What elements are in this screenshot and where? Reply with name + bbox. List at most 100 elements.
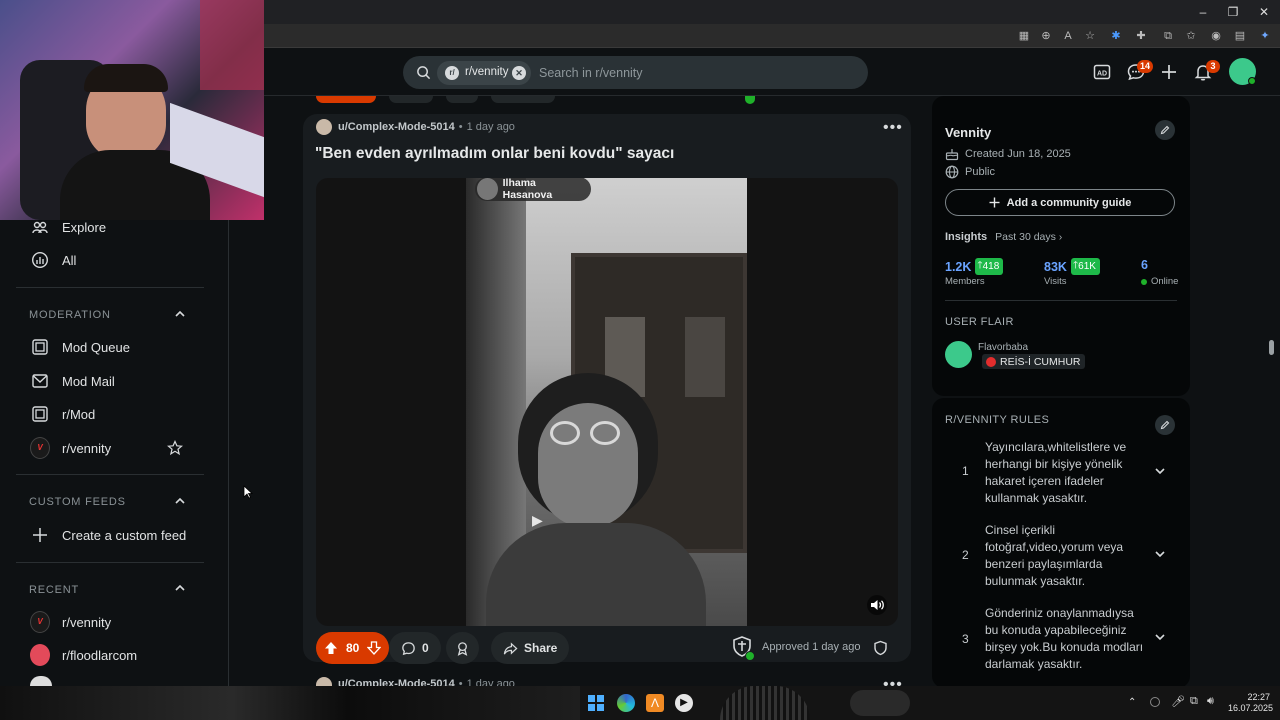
prev-post-share-pill[interactable] xyxy=(491,96,555,103)
next-post-time: 1 day ago xyxy=(466,678,515,686)
community-name: Vennity xyxy=(945,125,992,140)
extensions-puzzle-icon[interactable]: ✚ xyxy=(1133,28,1149,44)
rules-title: R/VENNITY RULES xyxy=(945,414,1050,426)
rule-text: Gönderiniz onaylanmadıysa bu konuda yapa… xyxy=(985,606,1144,671)
tray-clock[interactable]: 22:27 16.07.2025 xyxy=(1228,692,1273,714)
sidebar-divider xyxy=(16,474,204,475)
insights-label: Insights xyxy=(945,231,988,243)
recent-item[interactable]: V r/vennity xyxy=(30,608,111,636)
edit-community-icon[interactable] xyxy=(1155,120,1175,140)
person-body xyxy=(486,523,706,626)
restore-icon[interactable]: ❐ xyxy=(1225,4,1241,20)
video-user-tag: Ilhama Hasanova xyxy=(475,178,591,201)
online-label-row: Online xyxy=(1141,276,1178,287)
award-button[interactable] xyxy=(446,632,479,664)
create-custom-feed-label: Create a custom feed xyxy=(62,527,187,543)
prev-post-comment-pill[interactable] xyxy=(389,96,433,103)
chevron-down-icon[interactable] xyxy=(1154,548,1166,560)
mod-shield-icon[interactable] xyxy=(731,635,755,661)
flag-icon xyxy=(986,356,996,367)
insights-row[interactable]: Insights Past 30 days › xyxy=(945,231,1062,243)
nav-mod-queue-label: Mod Queue xyxy=(62,339,130,355)
mod-actions-shield-icon[interactable] xyxy=(873,640,888,656)
add-community-guide-button[interactable]: Add a community guide xyxy=(945,189,1175,216)
post-more-options-icon[interactable]: ••• xyxy=(883,119,903,137)
nav-r-vennity[interactable]: V r/vennity xyxy=(30,434,111,462)
search-chip-label: r/vennity xyxy=(465,66,509,78)
recent-collapse-icon[interactable] xyxy=(174,582,188,596)
app-available-icon[interactable]: ▦ xyxy=(1016,28,1032,44)
copilot-icon[interactable]: ✦ xyxy=(1257,28,1273,44)
chevron-down-icon[interactable] xyxy=(1154,465,1166,477)
vote-count: 80 xyxy=(346,641,360,655)
post-video[interactable]: Ilhama Hasanova ▶ xyxy=(316,178,898,626)
tray-chevron-icon[interactable]: ⌃ xyxy=(1128,697,1136,708)
video-user-name: Ilhama Hasanova xyxy=(502,178,553,201)
collections-icon[interactable]: ▤ xyxy=(1232,28,1248,44)
network-icon[interactable]: ⧉ xyxy=(1190,695,1198,708)
taskbar-wallpaper xyxy=(720,686,810,720)
split-screen-icon[interactable]: ⧉ xyxy=(1160,28,1176,44)
flair-tag[interactable]: REİS-İ CUMHUR xyxy=(982,354,1085,369)
next-post-more-icon[interactable]: ••• xyxy=(883,676,903,686)
scrollbar-thumb[interactable] xyxy=(1269,340,1274,355)
scrollbar-track[interactable] xyxy=(1268,96,1276,686)
search-community-chip[interactable]: r/ r/vennity ✕ xyxy=(437,61,531,85)
visits-delta-value: 61K xyxy=(1078,261,1096,272)
panel-divider xyxy=(945,300,1177,301)
close-icon[interactable]: ✕ xyxy=(1256,4,1272,20)
mod-icon xyxy=(30,404,50,424)
create-custom-feed[interactable]: Create a custom feed xyxy=(30,521,186,549)
ad-icon[interactable]: AD xyxy=(1092,62,1114,84)
chip-clear-icon[interactable]: ✕ xyxy=(512,66,526,80)
approved-status: Approved 1 day ago xyxy=(762,641,861,653)
shield-ext-icon[interactable]: ◉ xyxy=(1208,28,1224,44)
taskbar-wallpaper xyxy=(0,686,580,720)
comments-button[interactable]: 0 xyxy=(389,632,441,664)
recent-item[interactable]: r/floodlarcom xyxy=(30,641,137,669)
prev-post-award-pill[interactable] xyxy=(446,96,478,103)
nav-r-mod[interactable]: r/Mod xyxy=(30,400,95,428)
app-icon[interactable]: Λ xyxy=(646,694,664,712)
created-date: Created Jun 18, 2025 xyxy=(965,148,1071,160)
upvote-icon[interactable] xyxy=(324,641,338,655)
media-player-icon[interactable]: ▶ xyxy=(675,694,693,712)
author-avatar[interactable] xyxy=(316,119,332,135)
custom-feeds-collapse-icon[interactable] xyxy=(174,495,188,509)
visits-value: 83K xyxy=(1044,259,1067,274)
chevron-down-icon[interactable] xyxy=(1154,631,1166,643)
edge-browser-icon[interactable] xyxy=(617,694,635,712)
microphone-icon[interactable]: 🎤︎ xyxy=(1171,695,1185,708)
add-guide-label: Add a community guide xyxy=(1006,196,1132,209)
read-aloud-icon[interactable]: A xyxy=(1060,28,1076,44)
minimize-icon[interactable]: – xyxy=(1195,4,1211,20)
nav-all-label: All xyxy=(62,252,77,268)
nav-mod-queue[interactable]: Mod Queue xyxy=(30,333,130,361)
moderation-collapse-icon[interactable] xyxy=(174,308,188,322)
share-button[interactable]: Share xyxy=(491,632,570,664)
explore-icon xyxy=(30,217,50,237)
favorite-star-icon[interactable]: ☆ xyxy=(1082,28,1098,44)
play-icon[interactable]: ▶ xyxy=(532,512,543,529)
extension-icon[interactable]: ✱ xyxy=(1108,28,1124,44)
nav-all[interactable]: All xyxy=(30,246,76,274)
members-value: 1.2K xyxy=(945,259,972,274)
edit-rules-icon[interactable] xyxy=(1155,415,1175,435)
meta-separator: • xyxy=(458,121,463,133)
volume-icon[interactable] xyxy=(866,594,888,616)
tray-app-icon[interactable] xyxy=(1150,697,1160,707)
nav-mod-mail[interactable]: Mod Mail xyxy=(30,367,115,395)
taskbar-wallpaper xyxy=(850,690,910,716)
next-post-author[interactable]: u/Complex-Mode-5014 xyxy=(338,678,455,686)
prev-post-upvote-pill[interactable] xyxy=(316,96,376,103)
favorites-icon[interactable]: ✩ xyxy=(1183,28,1199,44)
create-post-icon[interactable] xyxy=(1159,62,1181,84)
speaker-icon[interactable]: 🔊︎ xyxy=(1207,695,1214,708)
downvote-icon[interactable] xyxy=(367,641,382,655)
post-title[interactable]: "Ben evden ayrılmadım onlar beni kovdu" … xyxy=(315,145,674,163)
post-author[interactable]: u/Complex-Mode-5014 xyxy=(338,121,455,133)
vote-pill[interactable]: 80 xyxy=(316,632,390,664)
favorite-star-icon[interactable] xyxy=(167,440,183,456)
windows-start-icon[interactable] xyxy=(588,695,604,711)
zoom-icon[interactable]: ⊕ xyxy=(1038,28,1054,44)
